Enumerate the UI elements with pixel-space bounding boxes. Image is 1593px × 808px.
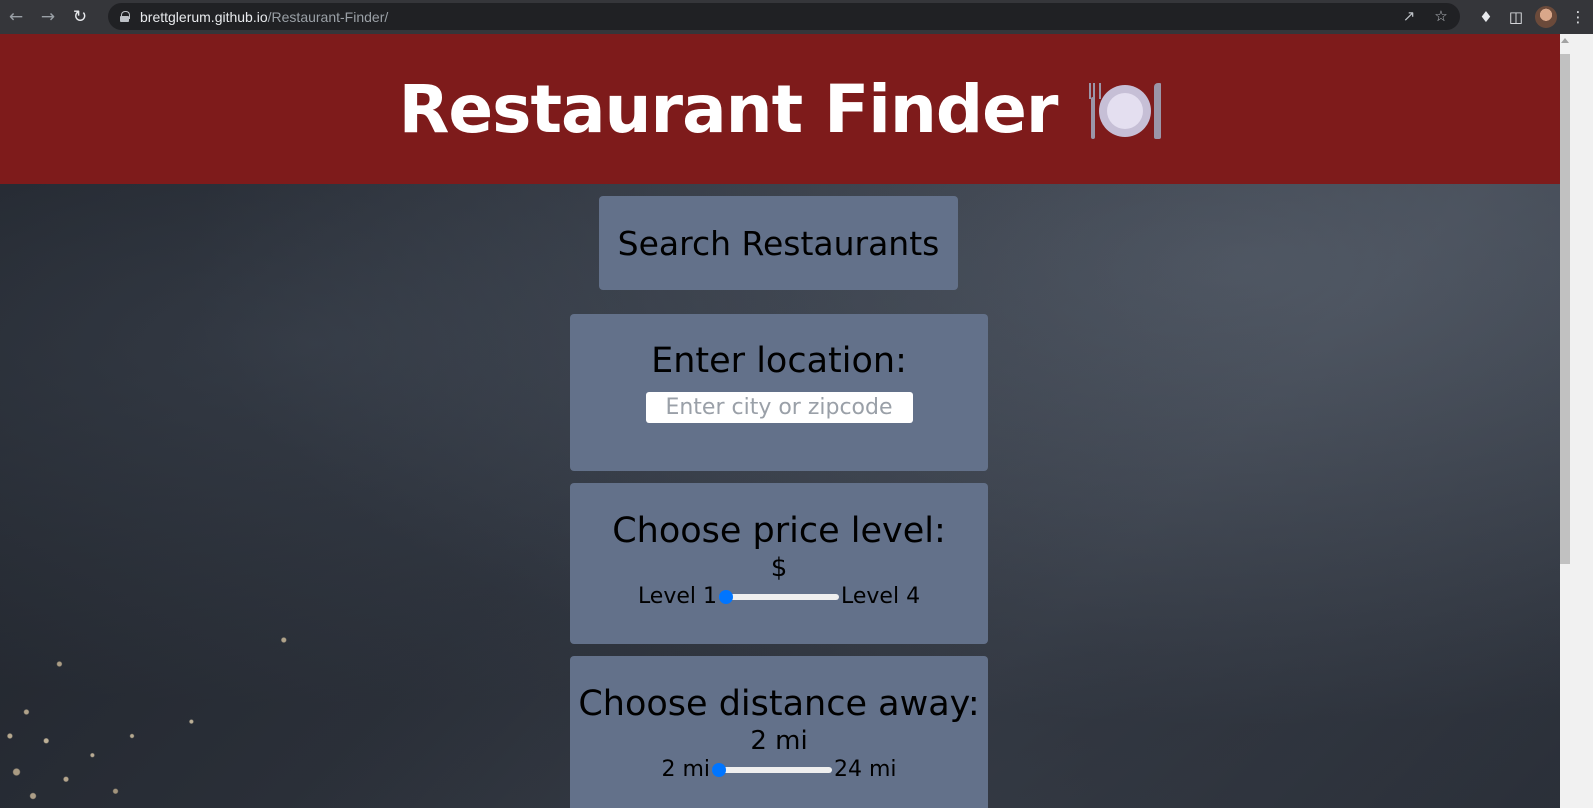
distance-slider-track[interactable] xyxy=(712,766,832,773)
share-icon[interactable]: ↗ xyxy=(1400,7,1418,25)
plate-icon xyxy=(1099,85,1152,137)
bookmark-star-icon[interactable]: ☆ xyxy=(1432,7,1450,25)
kebab-menu-icon[interactable]: ⋮ xyxy=(1563,8,1593,26)
side-panel-icon[interactable]: ◫ xyxy=(1501,8,1531,26)
price-title: Choose price level: xyxy=(612,511,946,551)
distance-value: 2 mi xyxy=(750,726,808,756)
forward-icon[interactable]: → xyxy=(32,1,64,33)
distance-slider[interactable] xyxy=(712,762,832,778)
fork-icon xyxy=(1089,83,1102,139)
fork-knife-plate-icon xyxy=(1089,81,1162,141)
profile-avatar[interactable] xyxy=(1535,6,1557,28)
distance-slider-row: 2 mi 24 mi xyxy=(661,757,896,782)
price-max-label: Level 4 xyxy=(841,584,921,609)
price-slider-row: Level 1 Level 4 xyxy=(638,584,920,609)
price-value: $ xyxy=(770,553,788,583)
price-min-label: Level 1 xyxy=(637,584,717,609)
url-path: /Restaurant-Finder/ xyxy=(267,8,389,25)
address-bar[interactable]: brettglerum.github.io/Restaurant-Finder/… xyxy=(108,3,1460,30)
price-slider-track[interactable] xyxy=(719,593,839,600)
scroll-up-icon[interactable] xyxy=(1561,38,1569,43)
price-slider-thumb[interactable] xyxy=(719,589,733,604)
extensions-icon[interactable]: ♦ xyxy=(1471,8,1501,26)
page-title: Restaurant Finder xyxy=(398,70,1059,148)
location-input[interactable] xyxy=(645,392,913,423)
search-restaurants-button[interactable]: Search Restaurants xyxy=(599,196,958,290)
location-card: Enter location: xyxy=(570,314,988,471)
browser-toolbar: ← → ↻ brettglerum.github.io/Restaurant-F… xyxy=(0,0,1593,34)
scrollbar-thumb[interactable] xyxy=(1560,54,1570,564)
background-speckles xyxy=(0,568,330,808)
site-header: Restaurant Finder xyxy=(0,34,1560,184)
url-host: brettglerum.github.io xyxy=(140,8,268,25)
back-icon[interactable]: ← xyxy=(0,1,32,33)
vertical-scrollbar[interactable] xyxy=(1560,34,1593,808)
distance-min-label: 2 mi xyxy=(661,757,710,782)
reload-icon[interactable]: ↻ xyxy=(64,1,96,33)
distance-max-label: 24 mi xyxy=(834,757,897,782)
knife-icon xyxy=(1154,83,1162,139)
price-card: Choose price level: $ Level 1 Level 4 xyxy=(570,483,988,644)
distance-card: Choose distance away: 2 mi 2 mi 24 mi xyxy=(570,656,988,808)
distance-slider-thumb[interactable] xyxy=(712,762,726,777)
page-background: Restaurant Finder Search Restaurants Ent… xyxy=(0,34,1560,808)
distance-title: Choose distance away: xyxy=(578,684,980,724)
lock-icon[interactable] xyxy=(120,11,130,22)
search-button-label: Search Restaurants xyxy=(617,223,940,263)
location-title: Enter location: xyxy=(651,341,907,381)
price-slider[interactable] xyxy=(719,589,839,605)
